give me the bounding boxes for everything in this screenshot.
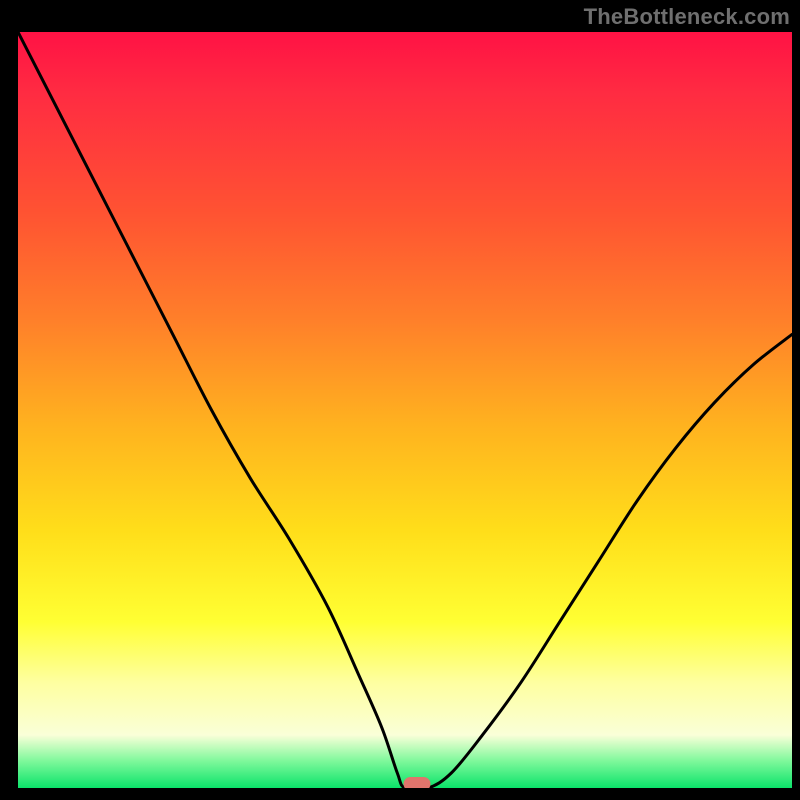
optimum-marker — [403, 777, 430, 788]
chart-frame: TheBottleneck.com — [0, 0, 800, 800]
watermark-label: TheBottleneck.com — [584, 4, 790, 30]
bottleneck-curve — [18, 32, 792, 788]
plot-area — [18, 32, 792, 788]
curve-path — [18, 32, 792, 788]
